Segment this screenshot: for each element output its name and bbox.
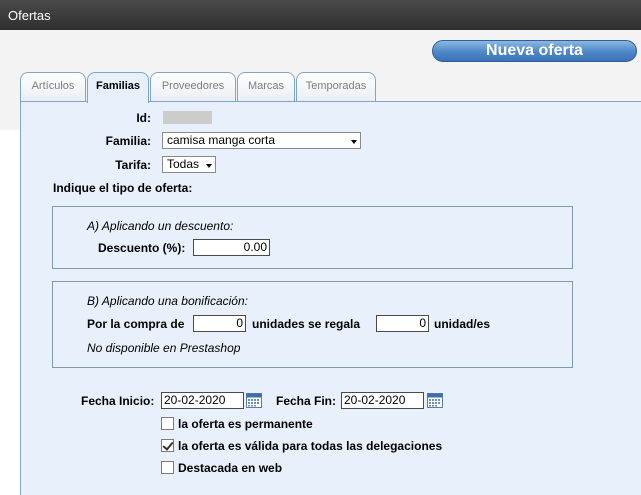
tarifa-select[interactable]: Todas bbox=[162, 156, 216, 173]
bonus-buy-input[interactable]: 0 bbox=[193, 315, 246, 332]
calendar-icon[interactable] bbox=[427, 393, 443, 408]
bonus-gift-input[interactable]: 0 bbox=[376, 315, 429, 332]
tarifa-select-value: Todas bbox=[167, 157, 200, 171]
end-date-input[interactable]: 20-02-2020 bbox=[341, 392, 424, 409]
window-titlebar: Ofertas bbox=[0, 0, 641, 30]
start-date-label: Fecha Inicio: bbox=[81, 394, 155, 408]
chevron-down-icon bbox=[206, 164, 212, 168]
end-date-label: Fecha Fin: bbox=[276, 394, 337, 408]
all-delegations-label: la oferta es válida para todas las deleg… bbox=[178, 439, 443, 453]
start-date-input[interactable]: 20-02-2020 bbox=[161, 392, 244, 409]
featured-web-label: Destacada en web bbox=[178, 461, 283, 475]
window-title: Ofertas bbox=[8, 8, 51, 23]
chevron-down-icon bbox=[351, 140, 357, 144]
tab-familias[interactable]: Familias bbox=[87, 72, 149, 103]
discount-fieldset bbox=[52, 206, 573, 269]
id-value bbox=[163, 111, 212, 124]
familia-label: Familia: bbox=[105, 134, 151, 148]
bonus-note: No disponible en Prestashop bbox=[87, 341, 241, 355]
permanent-checkbox[interactable] bbox=[161, 417, 174, 430]
tarifa-label: Tarifa: bbox=[115, 158, 151, 172]
familia-select-value: camisa manga corta bbox=[167, 133, 276, 147]
familia-select[interactable]: camisa manga corta bbox=[162, 132, 361, 149]
discount-label: Descuento (%): bbox=[98, 241, 186, 255]
featured-web-checkbox[interactable] bbox=[161, 461, 174, 474]
tab-marcas[interactable]: Marcas bbox=[237, 72, 295, 102]
tab-proveedores[interactable]: Proveedores bbox=[150, 72, 236, 102]
calendar-icon[interactable] bbox=[246, 393, 262, 408]
new-offer-button[interactable]: Nueva oferta bbox=[432, 40, 637, 62]
permanent-label: la oferta es permanente bbox=[178, 417, 313, 431]
bonus-units-label: unidades se regala bbox=[252, 317, 361, 331]
all-delegations-checkbox[interactable] bbox=[161, 439, 174, 452]
id-label: Id: bbox=[136, 111, 151, 125]
bonus-gift-label: unidad/es bbox=[434, 317, 491, 331]
offer-type-heading: Indique el tipo de oferta: bbox=[53, 181, 193, 195]
checkmark-icon bbox=[162, 439, 174, 451]
discount-title: A) Aplicando un descuento: bbox=[87, 219, 234, 233]
bonus-title: B) Aplicando una bonificación: bbox=[87, 294, 248, 308]
discount-input[interactable]: 0.00 bbox=[193, 239, 270, 256]
tab-articulos[interactable]: Artículos bbox=[20, 72, 86, 102]
bonus-buy-label: Por la compra de bbox=[87, 317, 185, 331]
tab-temporadas[interactable]: Temporadas bbox=[296, 72, 376, 102]
